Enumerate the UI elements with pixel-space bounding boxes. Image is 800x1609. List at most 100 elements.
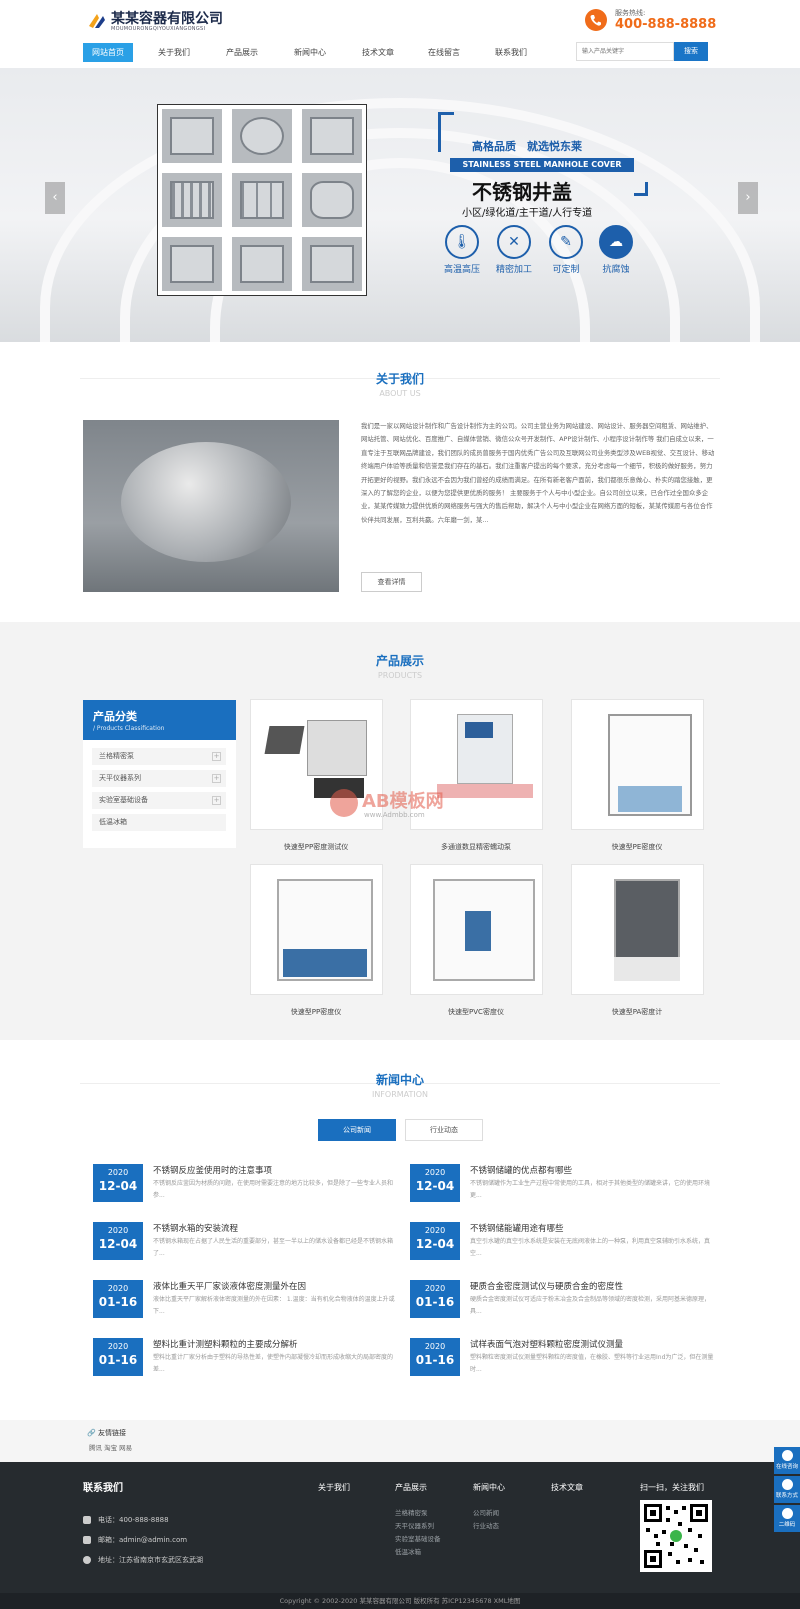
friend-links-title: 🔗 友情链接 [87,1429,126,1437]
location-icon [83,1556,91,1564]
category-item[interactable]: 低温冰箱 [92,814,226,831]
banner-next-arrow[interactable]: › [738,182,758,214]
product-photo [230,171,294,229]
product-name[interactable]: 快速型PE密度仪 [557,842,717,852]
manhole-cover-grid [157,104,367,296]
product-name[interactable]: 多通道数显精密蠕动泵 [396,842,556,852]
footer-col-news[interactable]: 新闻中心 [473,1482,505,1493]
nav-contact[interactable]: 联系我们 [486,43,536,62]
footer-link[interactable]: 行业动态 [473,1520,499,1530]
news-item[interactable]: 2020 01-16 液体比重天平厂家谈液体密度测量外在因 液体比重天平厂家解析液… [93,1280,398,1320]
product-name[interactable]: 快速型PP密度仪 [236,1007,396,1017]
news-item[interactable]: 2020 12-04 不锈钢储罐的优点都有哪些 不锈钢储罐作为工业生产过程中常使用… [410,1164,715,1204]
product-card[interactable] [571,864,704,995]
news-summary: 液体比重天平厂家解析液体密度测量的外在因素： 1.温度：当有机化合物液体的温度上… [153,1296,395,1315]
product-photo [160,171,224,229]
news-title[interactable]: 不锈钢水箱的安装流程 [153,1222,238,1234]
news-item[interactable]: 2020 01-16 硬质合金密度测试仪与硬质合金的密度性 硬质合金密度测试仪可适… [410,1280,715,1320]
footer-link[interactable]: 实验室基础设备 [395,1533,441,1543]
news-title[interactable]: 不锈钢反应釜使用时的注意事项 [153,1164,272,1176]
nav-home[interactable]: 网站首页 [83,43,133,62]
watermark-logo [330,789,358,817]
nav-about[interactable]: 关于我们 [149,43,199,62]
product-name[interactable]: 快速型PP密度测试仪 [236,842,396,852]
logo[interactable]: 某某容器有限公司 MOUMOURONGQIYOUXIANGONGSI [87,8,247,34]
footer-link[interactable]: 公司新闻 [473,1507,499,1517]
news-title[interactable]: 不锈钢储罐的优点都有哪些 [470,1164,572,1176]
company-name: 某某容器有限公司 [111,11,223,27]
banner-subtitle: 小区/绿化道/主干道/人行专道 [462,208,593,219]
about-more-button[interactable]: 查看详情 [361,572,422,592]
category-item[interactable]: 实验室基础设备 + [92,792,226,809]
news-item[interactable]: 2020 12-04 不锈钢反应釜使用时的注意事项 不锈钢反应釜因为材质的问题，在… [93,1164,398,1204]
about-text: 我们是一家以网站设计制作和广告设计制作为主的公司。公司主营业务为网站建设、网站设… [361,422,715,524]
news-item[interactable]: 2020 01-16 塑料比重计测塑料颗粒的主要成分解析 塑料比重计厂家分析由于塑… [93,1338,398,1378]
product-card[interactable] [571,699,704,830]
phone-icon [83,1516,91,1524]
qr-title: 扫一扫，关注我们 [640,1483,704,1492]
footer-link[interactable]: 兰格精密泵 [395,1507,428,1517]
nav-message[interactable]: 在线留言 [419,43,469,62]
news-item[interactable]: 2020 12-04 不锈钢水箱的安装流程 不锈钢水箱现在占据了人民生活的重要部分… [93,1222,398,1262]
news-summary: 硬质合金密度测试仪可适应于粉末冶金及合金制品等领域的密度检测，采用阿基米德原理，… [470,1296,711,1315]
footer-contact-title: 联系我们 [83,1483,123,1494]
news-item[interactable]: 2020 12-04 不锈钢储能罐用途有哪些 真空引水罐的真空引水系统是安装在无底… [410,1222,715,1262]
nav-news[interactable]: 新闻中心 [285,43,335,62]
product-photo [160,235,224,293]
about-image [83,420,339,592]
plus-icon: + [212,796,221,805]
banner-prev-arrow[interactable]: ‹ [45,182,65,214]
products-subtitle: PRODUCTS [377,671,423,680]
news-date: 2020 01-16 [93,1338,143,1376]
banner-text: 高格品质 就选悦东莱 STAINLESS STEEL MANHOLE COVER… [438,112,648,312]
feature-anticorrosion: ☁ 抗腐蚀 [592,225,640,275]
news-title[interactable]: 液体比重天平厂家谈液体密度测量外在因 [153,1280,306,1292]
product-image [580,708,695,821]
hotline-number: 400-888-8888 [615,17,717,32]
news-title[interactable]: 硬质合金密度测试仪与硬质合金的密度性 [470,1280,623,1292]
footer-link[interactable]: 低温冰箱 [395,1546,421,1556]
category-item[interactable]: 天平仪器系列 + [92,770,226,787]
product-photo [300,235,364,293]
product-card[interactable] [410,864,543,995]
news-title[interactable]: 塑料比重计测塑料颗粒的主要成分解析 [153,1338,298,1350]
footer-col-articles[interactable]: 技术文章 [551,1482,583,1493]
product-image [419,873,535,986]
product-photo [300,107,364,165]
footer-col-products[interactable]: 产品展示 [395,1482,427,1493]
footer-col-about[interactable]: 关于我们 [318,1482,350,1493]
news-date: 2020 12-04 [410,1222,460,1260]
nav-articles[interactable]: 技术文章 [353,43,403,62]
search-input[interactable] [576,42,674,61]
decor-frame [438,112,454,152]
tab-company-news[interactable]: 公司新闻 [318,1119,396,1141]
news-summary: 塑料颗粒密度测试仪测量塑料颗粒的密度值，在橡胶、塑料等行业运用Ind为广泛，但在… [470,1354,714,1373]
tab-industry-news[interactable]: 行业动态 [405,1119,483,1141]
category-item[interactable]: 兰格精密泵 + [92,748,226,765]
footer-email: 邮箱：admin@admin.com [83,1535,187,1545]
product-photo [230,235,294,293]
news-title[interactable]: 不锈钢储能罐用途有哪些 [470,1222,564,1234]
feature-precision: ✕ 精密加工 [490,225,538,275]
news-summary: 真空引水罐的真空引水系统是安装在无底阀液体上的一种泵，利用真空泵辅助引水系统，真… [470,1238,711,1257]
product-name[interactable]: 快速型PA密度计 [557,1007,717,1017]
ruler-icon: ✎ [549,225,583,259]
search-button[interactable]: 搜索 [674,42,708,61]
side-contact[interactable]: 联系方式 [774,1476,800,1503]
side-online-consult[interactable]: 在线咨询 [774,1447,800,1474]
news-item[interactable]: 2020 01-16 试样表面气泡对塑料颗粒密度测试仪测量 塑料颗粒密度测试仪测量… [410,1338,715,1378]
nav-products[interactable]: 产品展示 [217,43,267,62]
news-summary: 不锈钢储罐作为工业生产过程中常使用的工具，相对于其他类型的储罐来讲，它的使用环境… [470,1180,711,1199]
banner-english: STAINLESS STEEL MANHOLE COVER [450,158,634,172]
qr-code [640,1500,712,1572]
footer-link[interactable]: 天平仪器系列 [395,1520,434,1530]
side-qrcode[interactable]: 二维码 [774,1505,800,1532]
news-summary: 塑料比重计厂家分析由于塑料的导热性差，使塑件内部凝慢冷却而形成收缩大的局部密度的… [153,1354,394,1373]
feature-custom: ✎ 可定制 [542,225,590,275]
friend-links: 🔗 友情链接 腾讯 淘宝 网易 [0,1420,800,1462]
product-card[interactable] [250,864,383,995]
news-title[interactable]: 试样表面气泡对塑料颗粒密度测试仪测量 [470,1338,623,1350]
friend-links-list[interactable]: 腾讯 淘宝 网易 [89,1442,132,1452]
steel-tank-photo [121,442,291,562]
product-name[interactable]: 快速型PVC密度仪 [396,1007,556,1017]
